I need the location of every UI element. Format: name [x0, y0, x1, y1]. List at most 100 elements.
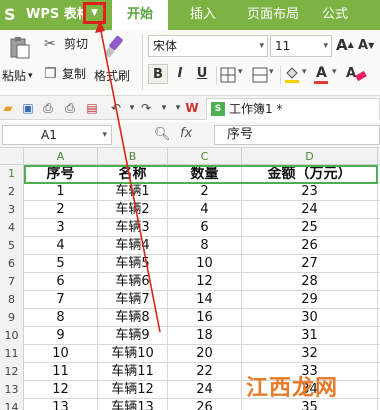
table-cell[interactable]: 车辆7 [98, 291, 168, 309]
table-cell[interactable]: 9 [24, 327, 98, 345]
table-cell[interactable]: 车辆1 [98, 183, 168, 201]
column-header-d[interactable]: D [242, 148, 378, 165]
table-cell[interactable]: 30 [242, 309, 378, 327]
italic-button[interactable]: I [170, 64, 190, 84]
table-cell[interactable]: 10 [24, 345, 98, 363]
font-color-button[interactable]: A ▾ [314, 65, 342, 85]
table-cell[interactable]: 10 [168, 255, 242, 273]
header-cell[interactable]: 序号 [24, 165, 98, 183]
font-name-select[interactable]: 宋体 ▾ [148, 35, 268, 57]
name-box[interactable]: A1 ▾ [2, 125, 112, 145]
table-cell[interactable]: 车辆9 [98, 327, 168, 345]
table-cell[interactable]: 4 [168, 201, 242, 219]
table-cell[interactable]: 22 [168, 363, 242, 381]
tab-page-layout[interactable]: 页面布局 [238, 0, 308, 30]
table-cell[interactable]: 8 [24, 309, 98, 327]
print-icon[interactable]: ⎙ [62, 100, 78, 116]
table-cell[interactable]: 29 [242, 291, 378, 309]
grow-font-button[interactable]: A▲ [336, 35, 356, 55]
table-cell[interactable]: 13 [24, 399, 98, 410]
table-cell[interactable]: 28 [242, 273, 378, 291]
table-cell[interactable]: 车辆5 [98, 255, 168, 273]
row-header[interactable]: 7 [0, 273, 24, 291]
header-cell[interactable]: 名称 [98, 165, 168, 183]
formula-input[interactable]: 序号 [214, 125, 380, 145]
row-header[interactable]: 13 [0, 381, 24, 399]
table-cell[interactable]: 32 [242, 345, 378, 363]
table-cell[interactable]: 6 [168, 219, 242, 237]
column-header-b[interactable]: B [98, 148, 168, 165]
table-cell[interactable]: 24 [168, 381, 242, 399]
row-header[interactable]: 12 [0, 363, 24, 381]
column-header-a[interactable]: A [24, 148, 98, 165]
table-cell[interactable]: 8 [168, 237, 242, 255]
fill-color-button[interactable]: ▾ [284, 65, 312, 85]
print-preview-icon[interactable]: ⎙ [40, 100, 56, 116]
header-cell[interactable]: 金额（万元） [242, 165, 378, 183]
table-cell[interactable]: 4 [24, 237, 98, 255]
app-menu-dropdown-button[interactable]: ▼ [83, 2, 106, 24]
table-cell[interactable]: 27 [242, 255, 378, 273]
save-icon[interactable]: ▣ [20, 100, 36, 116]
table-cell[interactable]: 车辆4 [98, 237, 168, 255]
tab-insert[interactable]: 插入 [178, 0, 228, 30]
table-cell[interactable]: 26 [168, 399, 242, 410]
table-cell[interactable]: 1 [24, 183, 98, 201]
table-cell[interactable]: 26 [242, 237, 378, 255]
table-cell[interactable]: 6 [24, 273, 98, 291]
row-header[interactable]: 2 [0, 183, 24, 201]
borders-button[interactable]: ▾ [220, 66, 250, 84]
table-cell[interactable]: 24 [242, 201, 378, 219]
row-header[interactable]: 1 [0, 165, 24, 183]
copy-button[interactable]: ❐ 复制 [44, 64, 92, 84]
text-effect-button[interactable]: A [346, 65, 376, 85]
table-cell[interactable]: 16 [168, 309, 242, 327]
table-cell[interactable]: 31 [242, 327, 378, 345]
table-cell[interactable]: 车辆13 [98, 399, 168, 410]
table-cell[interactable]: 车辆12 [98, 381, 168, 399]
table-cell[interactable]: 车辆11 [98, 363, 168, 381]
column-header-c[interactable]: C [168, 148, 242, 165]
table-cell[interactable]: 车辆2 [98, 201, 168, 219]
insert-function-button[interactable]: fx [180, 125, 192, 143]
table-cell[interactable]: 车辆3 [98, 219, 168, 237]
document-tab[interactable]: S 工作簿1 * [206, 98, 380, 120]
table-cell[interactable]: 23 [242, 183, 378, 201]
row-header[interactable]: 5 [0, 237, 24, 255]
table-cell[interactable]: 车辆10 [98, 345, 168, 363]
table-cell[interactable]: 2 [24, 201, 98, 219]
undo-icon[interactable]: ↶ [108, 100, 124, 116]
wps-writer-icon[interactable]: W [184, 100, 200, 116]
format-painter-button[interactable]: 格式刷 [94, 34, 136, 92]
row-header[interactable]: 6 [0, 255, 24, 273]
row-header[interactable]: 9 [0, 309, 24, 327]
row-header[interactable]: 14 [0, 399, 24, 410]
open-folder-icon[interactable]: ▰ [0, 100, 16, 116]
table-cell[interactable]: 车辆8 [98, 309, 168, 327]
paste-button[interactable]: 粘贴 ▾ [2, 34, 38, 92]
bold-button[interactable]: B [148, 64, 168, 84]
export-pdf-icon[interactable]: ▤ [84, 100, 100, 116]
table-cell[interactable]: 11 [24, 363, 98, 381]
row-header[interactable]: 11 [0, 345, 24, 363]
select-all-corner[interactable] [0, 148, 24, 165]
redo-icon[interactable]: ↷ [138, 100, 154, 116]
row-header[interactable]: 3 [0, 201, 24, 219]
table-cell[interactable]: 12 [168, 273, 242, 291]
table-cell[interactable]: 25 [242, 219, 378, 237]
table-cell[interactable]: 5 [24, 255, 98, 273]
table-cell[interactable]: 18 [168, 327, 242, 345]
table-cell[interactable]: 3 [24, 219, 98, 237]
tab-home[interactable]: 开始 [112, 0, 168, 30]
app-name[interactable]: WPS 表格 [26, 6, 90, 24]
table-cell[interactable]: 7 [24, 291, 98, 309]
table-cell[interactable]: 车辆6 [98, 273, 168, 291]
row-header[interactable]: 8 [0, 291, 24, 309]
tab-formula[interactable]: 公式 [315, 0, 355, 30]
shrink-font-button[interactable]: A▼ [358, 37, 378, 55]
cut-button[interactable]: ✂ 剪切 [44, 34, 92, 54]
font-size-select[interactable]: 11 ▾ [270, 35, 332, 57]
header-cell[interactable]: 数量 [168, 165, 242, 183]
table-cell[interactable]: 2 [168, 183, 242, 201]
row-header[interactable]: 10 [0, 327, 24, 345]
